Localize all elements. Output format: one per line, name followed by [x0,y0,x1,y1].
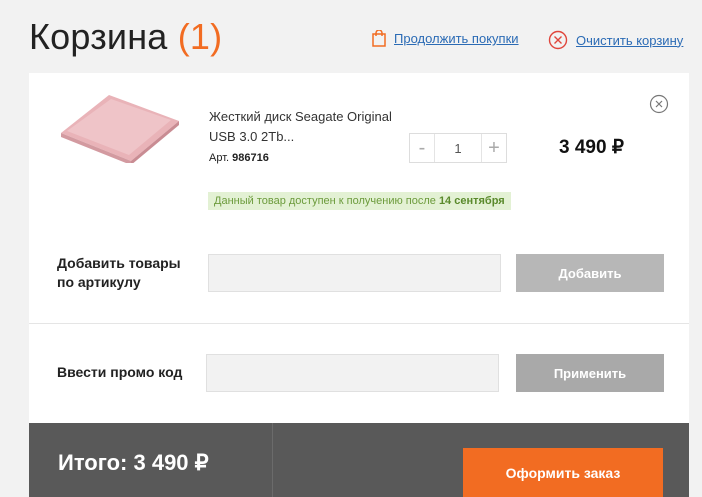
apply-promo-button[interactable]: Применить [516,354,664,392]
quantity-value[interactable]: 1 [434,134,482,162]
cart-count: (1) [177,16,223,57]
add-by-sku-label-line1: Добавить товары [57,255,181,271]
clear-cart-label[interactable]: Очистить корзину [576,33,683,48]
cart-card: Жесткий диск Seagate Original USB 3.0 2T… [29,73,689,425]
checkout-button[interactable]: Оформить заказ [463,448,663,497]
divider [29,323,689,324]
remove-item-icon[interactable] [649,94,669,114]
product-sku-value: 986716 [232,152,269,164]
page-title: Корзина (1) [29,16,222,58]
availability-text: Данный товар доступен к получению после [214,195,436,207]
product-image[interactable] [57,93,182,165]
availability-date: 14 сентября [438,195,505,207]
continue-shopping-label[interactable]: Продолжить покупки [394,31,519,46]
add-by-sku-label-line2: по артикулу [57,274,141,290]
sku-input[interactable] [208,254,501,292]
continue-shopping-link[interactable]: Продолжить покупки [372,30,519,47]
quantity-stepper: - 1 + [409,133,507,163]
product-name[interactable]: Жесткий диск Seagate Original USB 3.0 2T… [209,107,399,147]
add-by-sku-label: Добавить товары по артикулу [57,254,181,292]
order-total: Итого: 3 490 ₽ [58,450,209,475]
promo-input[interactable] [206,354,499,392]
product-sku-label: Арт. [209,152,230,164]
availability-badge: Данный товар доступен к получению после … [208,192,511,210]
increase-quantity-button[interactable]: + [482,134,506,162]
decrease-quantity-button[interactable]: - [410,134,434,162]
product-price: 3 490 ₽ [559,137,624,158]
add-by-sku-button[interactable]: Добавить [516,254,664,292]
promo-label: Ввести промо код [57,364,183,380]
cart-footer: Итого: 3 490 ₽ Оформить заказ [29,423,689,497]
footer-divider [272,423,273,497]
page-title-text: Корзина [29,16,168,57]
product-sku: Арт. 986716 [209,152,269,164]
shopping-bag-icon [372,30,386,47]
clear-cart-link[interactable]: Очистить корзину [548,30,683,50]
clear-cart-icon [548,30,568,50]
